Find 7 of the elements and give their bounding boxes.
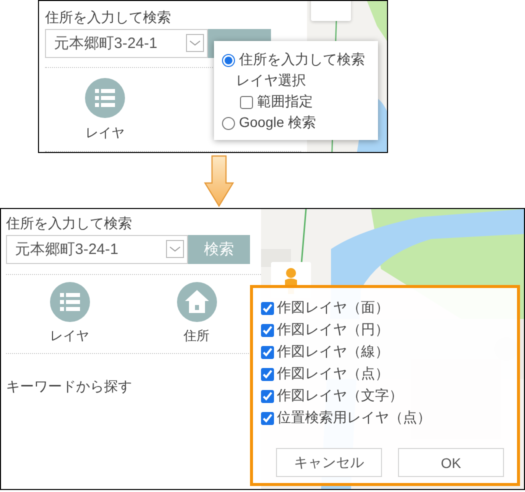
menu-heading: レイヤ選択 bbox=[236, 72, 306, 90]
search-label: 住所を入力して検索 bbox=[6, 215, 133, 233]
keyword-search-label: キーワードから探す bbox=[6, 378, 133, 396]
tool-label: 住所 bbox=[184, 327, 210, 345]
tool-label: レイヤ bbox=[86, 124, 124, 142]
tool-label: レイヤ bbox=[50, 327, 89, 345]
search-label: 住所を入力して検索 bbox=[45, 9, 172, 27]
